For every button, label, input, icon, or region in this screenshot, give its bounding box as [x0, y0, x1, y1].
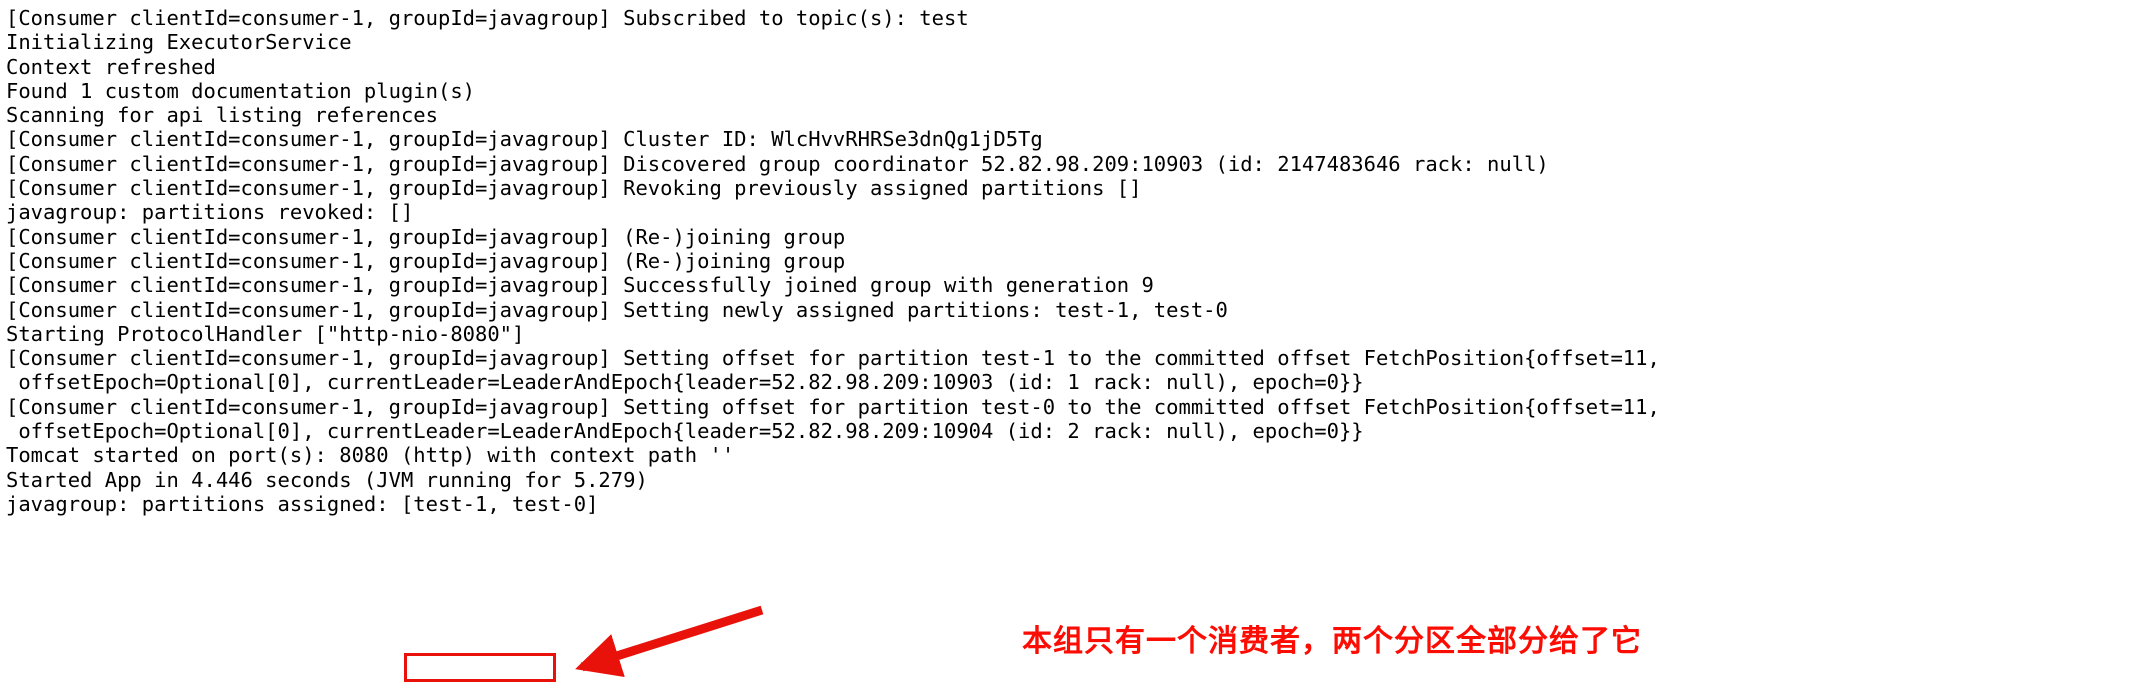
log-line: [Consumer clientId=consumer-1, groupId=j…	[6, 224, 846, 249]
log-line: Tomcat started on port(s): 8080 (http) w…	[6, 443, 735, 468]
log-line: [Consumer clientId=consumer-1, groupId=j…	[6, 273, 1154, 298]
log-line: [Consumer clientId=consumer-1, groupId=j…	[6, 346, 1660, 371]
log-line: [Consumer clientId=consumer-1, groupId=j…	[6, 297, 1228, 322]
assigned-partitions-highlight-box	[404, 653, 556, 682]
log-line: [Consumer clientId=consumer-1, groupId=j…	[6, 127, 1043, 152]
console-log-output[interactable]: [Consumer clientId=consumer-1, groupId=j…	[0, 0, 2152, 516]
log-line: [Consumer clientId=consumer-1, groupId=j…	[6, 176, 1142, 201]
log-line: Starting ProtocolHandler ["http-nio-8080…	[6, 321, 525, 346]
log-line: javagroup: partitions revoked: []	[6, 200, 414, 225]
annotation-arrow-icon	[575, 605, 764, 678]
log-line: Found 1 custom documentation plugin(s)	[6, 78, 475, 103]
log-line: Scanning for api listing references	[6, 103, 438, 128]
log-line: offsetEpoch=Optional[0], currentLeader=L…	[6, 419, 1364, 444]
log-line: [Consumer clientId=consumer-1, groupId=j…	[6, 151, 1549, 176]
annotation-note-text: 本组只有一个消费者，两个分区全部分给了它	[1022, 624, 1642, 659]
log-line: [Consumer clientId=consumer-1, groupId=j…	[6, 248, 846, 273]
terminal-log-screenshot: [Consumer clientId=consumer-1, groupId=j…	[0, 0, 2152, 688]
log-line: Started App in 4.446 seconds (JVM runnin…	[6, 467, 648, 492]
log-line: [Consumer clientId=consumer-1, groupId=j…	[6, 6, 969, 30]
log-line: offsetEpoch=Optional[0], currentLeader=L…	[6, 370, 1364, 395]
log-line: Context refreshed	[6, 54, 216, 79]
log-line: Initializing ExecutorService	[6, 30, 352, 55]
log-line: javagroup: partitions assigned: [test-1,…	[6, 491, 599, 516]
log-line: [Consumer clientId=consumer-1, groupId=j…	[6, 394, 1660, 419]
